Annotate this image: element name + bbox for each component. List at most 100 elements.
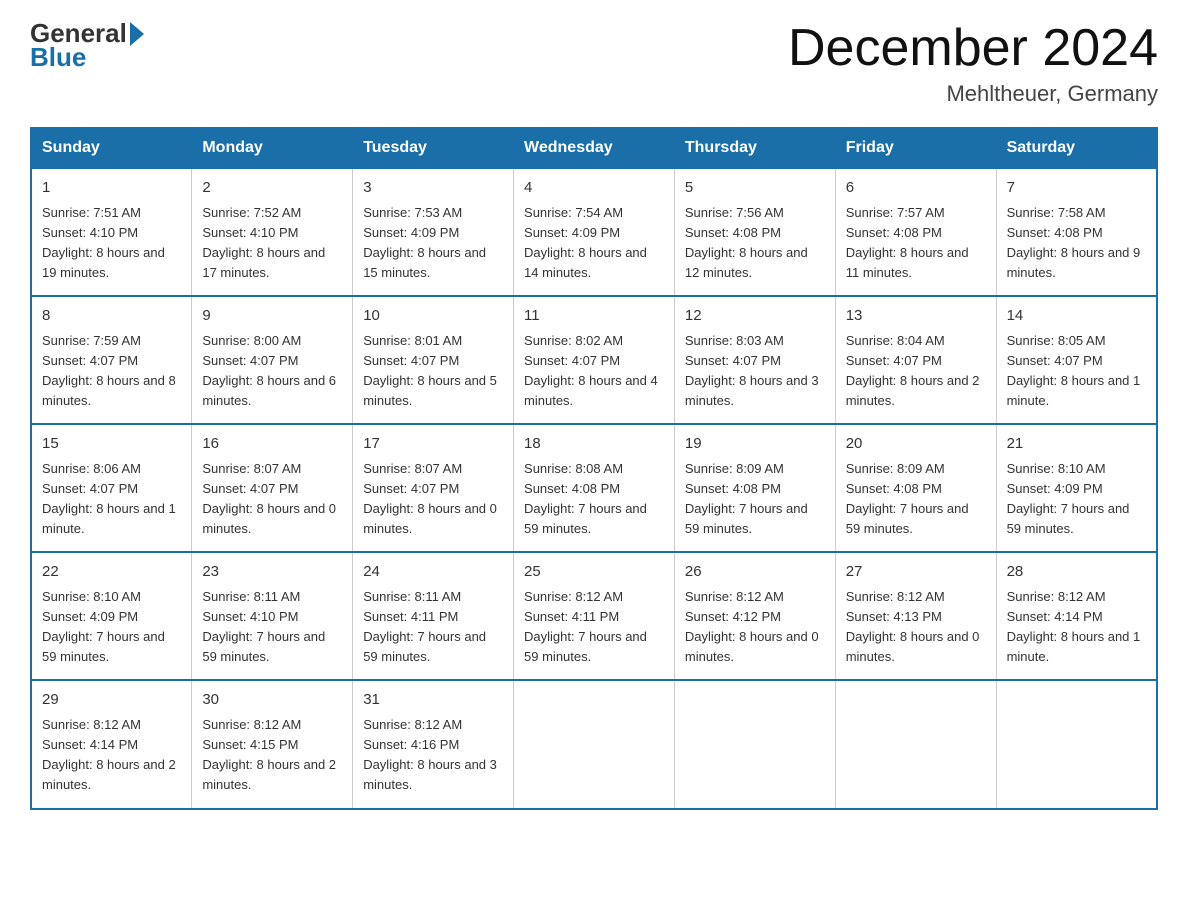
day-info: Sunrise: 7:53 AMSunset: 4:09 PMDaylight:… bbox=[363, 205, 486, 280]
calendar-day-23: 23Sunrise: 8:11 AMSunset: 4:10 PMDayligh… bbox=[192, 552, 353, 680]
calendar-empty-cell bbox=[835, 680, 996, 808]
calendar-day-12: 12 Sunrise: 8:03 AMSunset: 4:07 PMDayligh… bbox=[674, 296, 835, 424]
calendar-week-row-3: 15 Sunrise: 8:06 AMSunset: 4:07 PMDayligh… bbox=[31, 424, 1157, 552]
calendar-empty-cell bbox=[996, 680, 1157, 808]
day-info: Sunrise: 8:02 AMSunset: 4:07 PMDaylight:… bbox=[524, 333, 658, 408]
title-block: December 2024 Mehltheuer, Germany bbox=[788, 20, 1158, 107]
calendar-day-16: 16 Sunrise: 8:07 AMSunset: 4:07 PMDayligh… bbox=[192, 424, 353, 552]
calendar-day-2: 2 Sunrise: 7:52 AMSunset: 4:10 PMDaylight… bbox=[192, 168, 353, 296]
day-info: Sunrise: 8:08 AMSunset: 4:08 PMDaylight:… bbox=[524, 461, 647, 536]
day-number: 14 bbox=[1007, 305, 1146, 328]
calendar-day-8: 8 Sunrise: 7:59 AMSunset: 4:07 PMDaylight… bbox=[31, 296, 192, 424]
day-number: 18 bbox=[524, 433, 664, 456]
day-number: 10 bbox=[363, 305, 503, 328]
day-info: Sunrise: 8:01 AMSunset: 4:07 PMDaylight:… bbox=[363, 333, 497, 408]
day-number: 4 bbox=[524, 177, 664, 200]
weekday-header-row: SundayMondayTuesdayWednesdayThursdayFrid… bbox=[31, 128, 1157, 168]
day-info: Sunrise: 8:12 AMSunset: 4:16 PMDaylight:… bbox=[363, 717, 497, 792]
day-info: Sunrise: 8:09 AMSunset: 4:08 PMDaylight:… bbox=[685, 461, 808, 536]
weekday-header-monday: Monday bbox=[192, 128, 353, 168]
calendar-day-11: 11Sunrise: 8:02 AMSunset: 4:07 PMDayligh… bbox=[514, 296, 675, 424]
day-info: Sunrise: 8:10 AMSunset: 4:09 PMDaylight:… bbox=[1007, 461, 1130, 536]
day-info: Sunrise: 8:03 AMSunset: 4:07 PMDaylight:… bbox=[685, 333, 819, 408]
day-number: 29 bbox=[42, 689, 181, 712]
day-number: 22 bbox=[42, 561, 181, 584]
day-number: 31 bbox=[363, 689, 503, 712]
calendar-day-24: 24Sunrise: 8:11 AMSunset: 4:11 PMDayligh… bbox=[353, 552, 514, 680]
location-title: Mehltheuer, Germany bbox=[788, 81, 1158, 107]
day-info: Sunrise: 7:52 AMSunset: 4:10 PMDaylight:… bbox=[202, 205, 325, 280]
calendar-table: SundayMondayTuesdayWednesdayThursdayFrid… bbox=[30, 127, 1158, 809]
calendar-day-17: 17 Sunrise: 8:07 AMSunset: 4:07 PMDayligh… bbox=[353, 424, 514, 552]
day-number: 9 bbox=[202, 305, 342, 328]
day-info: Sunrise: 8:05 AMSunset: 4:07 PMDaylight:… bbox=[1007, 333, 1141, 408]
day-info: Sunrise: 8:06 AMSunset: 4:07 PMDaylight:… bbox=[42, 461, 176, 536]
calendar-day-14: 14 Sunrise: 8:05 AMSunset: 4:07 PMDayligh… bbox=[996, 296, 1157, 424]
day-number: 15 bbox=[42, 433, 181, 456]
calendar-empty-cell bbox=[674, 680, 835, 808]
calendar-day-15: 15 Sunrise: 8:06 AMSunset: 4:07 PMDayligh… bbox=[31, 424, 192, 552]
day-info: Sunrise: 8:10 AMSunset: 4:09 PMDaylight:… bbox=[42, 589, 165, 664]
day-number: 21 bbox=[1007, 433, 1146, 456]
calendar-day-5: 5Sunrise: 7:56 AMSunset: 4:08 PMDaylight… bbox=[674, 168, 835, 296]
day-info: Sunrise: 8:04 AMSunset: 4:07 PMDaylight:… bbox=[846, 333, 980, 408]
weekday-header-wednesday: Wednesday bbox=[514, 128, 675, 168]
calendar-day-26: 26 Sunrise: 8:12 AMSunset: 4:12 PMDayligh… bbox=[674, 552, 835, 680]
day-number: 2 bbox=[202, 177, 342, 200]
day-info: Sunrise: 7:57 AMSunset: 4:08 PMDaylight:… bbox=[846, 205, 969, 280]
day-info: Sunrise: 8:12 AMSunset: 4:14 PMDaylight:… bbox=[42, 717, 176, 792]
calendar-day-18: 18 Sunrise: 8:08 AMSunset: 4:08 PMDayligh… bbox=[514, 424, 675, 552]
calendar-day-21: 21 Sunrise: 8:10 AMSunset: 4:09 PMDayligh… bbox=[996, 424, 1157, 552]
day-info: Sunrise: 8:12 AMSunset: 4:14 PMDaylight:… bbox=[1007, 589, 1141, 664]
day-number: 1 bbox=[42, 177, 181, 200]
page-header: General Blue December 2024 Mehltheuer, G… bbox=[30, 20, 1158, 107]
calendar-day-30: 30 Sunrise: 8:12 AMSunset: 4:15 PMDayligh… bbox=[192, 680, 353, 808]
day-number: 6 bbox=[846, 177, 986, 200]
logo-arrow-icon bbox=[130, 22, 144, 46]
calendar-day-4: 4 Sunrise: 7:54 AMSunset: 4:09 PMDaylight… bbox=[514, 168, 675, 296]
calendar-week-row-5: 29 Sunrise: 8:12 AMSunset: 4:14 PMDayligh… bbox=[31, 680, 1157, 808]
day-info: Sunrise: 8:07 AMSunset: 4:07 PMDaylight:… bbox=[202, 461, 336, 536]
calendar-day-28: 28 Sunrise: 8:12 AMSunset: 4:14 PMDayligh… bbox=[996, 552, 1157, 680]
calendar-day-22: 22 Sunrise: 8:10 AMSunset: 4:09 PMDayligh… bbox=[31, 552, 192, 680]
calendar-day-9: 9Sunrise: 8:00 AMSunset: 4:07 PMDaylight… bbox=[192, 296, 353, 424]
day-info: Sunrise: 8:12 AMSunset: 4:12 PMDaylight:… bbox=[685, 589, 819, 664]
day-number: 19 bbox=[685, 433, 825, 456]
day-info: Sunrise: 8:07 AMSunset: 4:07 PMDaylight:… bbox=[363, 461, 497, 536]
logo-blue-text: Blue bbox=[30, 42, 86, 73]
calendar-day-31: 31 Sunrise: 8:12 AMSunset: 4:16 PMDayligh… bbox=[353, 680, 514, 808]
day-number: 12 bbox=[685, 305, 825, 328]
day-info: Sunrise: 7:51 AMSunset: 4:10 PMDaylight:… bbox=[42, 205, 165, 280]
day-info: Sunrise: 8:12 AMSunset: 4:15 PMDaylight:… bbox=[202, 717, 336, 792]
weekday-header-thursday: Thursday bbox=[674, 128, 835, 168]
calendar-week-row-1: 1 Sunrise: 7:51 AMSunset: 4:10 PMDaylight… bbox=[31, 168, 1157, 296]
day-number: 13 bbox=[846, 305, 986, 328]
day-number: 26 bbox=[685, 561, 825, 584]
weekday-header-friday: Friday bbox=[835, 128, 996, 168]
month-year-title: December 2024 bbox=[788, 20, 1158, 77]
calendar-day-10: 10 Sunrise: 8:01 AMSunset: 4:07 PMDayligh… bbox=[353, 296, 514, 424]
day-info: Sunrise: 7:59 AMSunset: 4:07 PMDaylight:… bbox=[42, 333, 176, 408]
day-number: 28 bbox=[1007, 561, 1146, 584]
calendar-empty-cell bbox=[514, 680, 675, 808]
calendar-week-row-4: 22 Sunrise: 8:10 AMSunset: 4:09 PMDayligh… bbox=[31, 552, 1157, 680]
weekday-header-saturday: Saturday bbox=[996, 128, 1157, 168]
day-info: Sunrise: 7:54 AMSunset: 4:09 PMDaylight:… bbox=[524, 205, 647, 280]
day-number: 16 bbox=[202, 433, 342, 456]
calendar-day-1: 1 Sunrise: 7:51 AMSunset: 4:10 PMDaylight… bbox=[31, 168, 192, 296]
day-number: 8 bbox=[42, 305, 181, 328]
weekday-header-sunday: Sunday bbox=[31, 128, 192, 168]
calendar-day-6: 6 Sunrise: 7:57 AMSunset: 4:08 PMDaylight… bbox=[835, 168, 996, 296]
day-number: 17 bbox=[363, 433, 503, 456]
calendar-day-13: 13 Sunrise: 8:04 AMSunset: 4:07 PMDayligh… bbox=[835, 296, 996, 424]
day-info: Sunrise: 8:09 AMSunset: 4:08 PMDaylight:… bbox=[846, 461, 969, 536]
day-number: 30 bbox=[202, 689, 342, 712]
calendar-day-7: 7 Sunrise: 7:58 AMSunset: 4:08 PMDaylight… bbox=[996, 168, 1157, 296]
day-number: 23 bbox=[202, 561, 342, 584]
day-info: Sunrise: 7:58 AMSunset: 4:08 PMDaylight:… bbox=[1007, 205, 1141, 280]
logo: General Blue bbox=[30, 20, 144, 73]
day-number: 7 bbox=[1007, 177, 1146, 200]
day-number: 24 bbox=[363, 561, 503, 584]
calendar-day-20: 20Sunrise: 8:09 AMSunset: 4:08 PMDayligh… bbox=[835, 424, 996, 552]
day-info: Sunrise: 8:12 AMSunset: 4:13 PMDaylight:… bbox=[846, 589, 980, 664]
